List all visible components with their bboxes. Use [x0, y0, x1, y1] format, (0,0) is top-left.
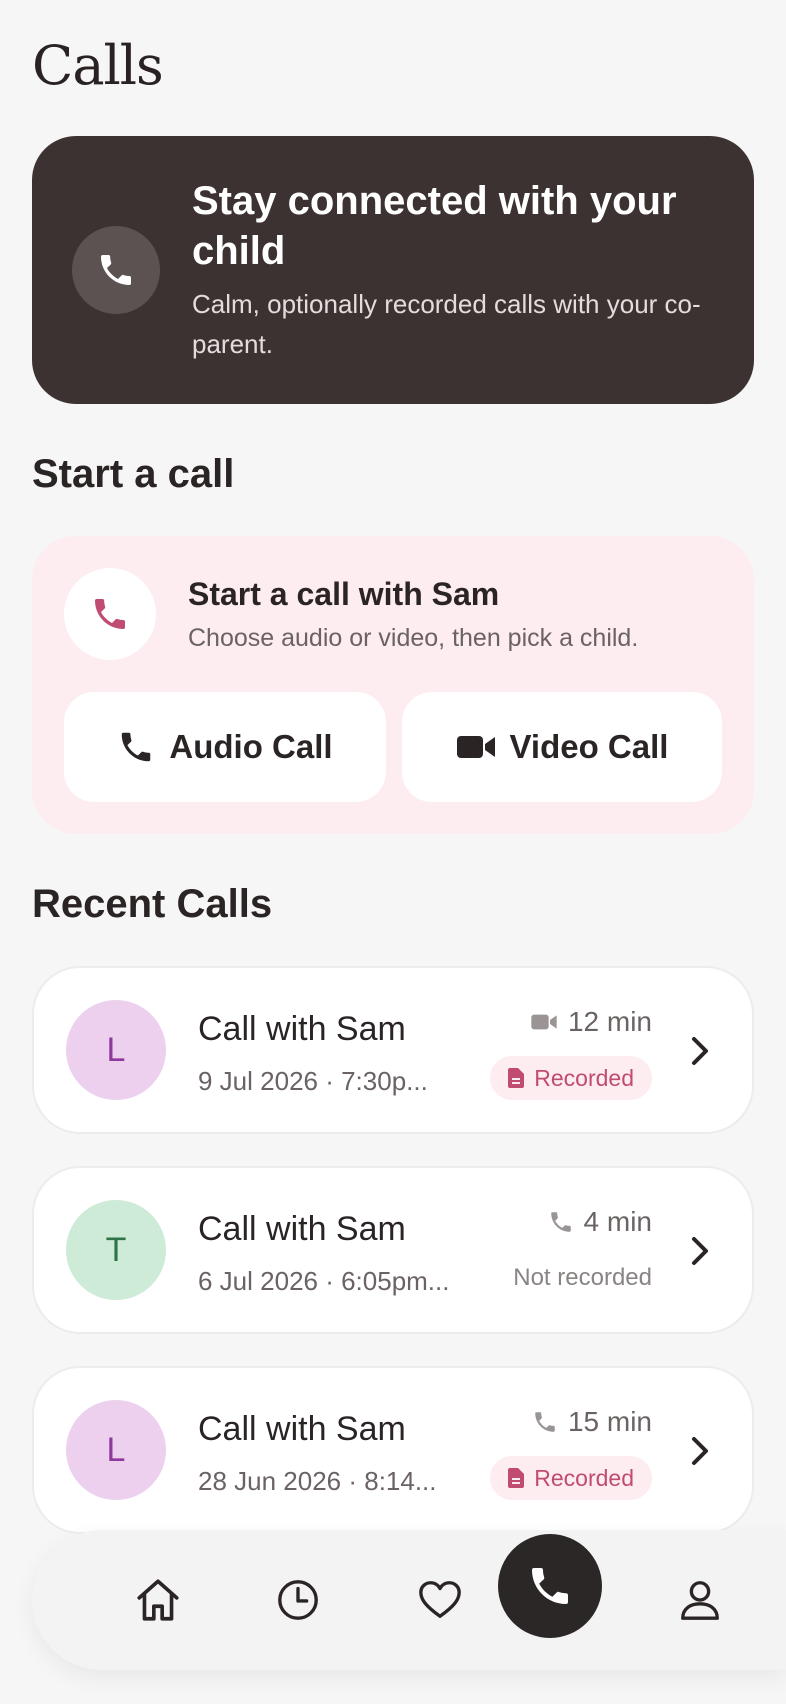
hero-title: Stay connected with your child: [192, 179, 677, 273]
status-label: Not recorded: [513, 1264, 652, 1291]
clock-icon[interactable]: [262, 1564, 334, 1636]
phone-icon: [72, 226, 160, 314]
call-title: Call with Sam: [198, 1210, 406, 1248]
call-duration: 15 min: [532, 1406, 652, 1438]
call-date: 28 Jun 2026 · 8:14...: [198, 1466, 437, 1496]
page-title: Calls: [32, 34, 164, 97]
phone-icon: [532, 1568, 568, 1604]
video-camera-icon: [456, 736, 495, 758]
duration-label: 15 min: [567, 1406, 652, 1437]
phone-icon: [64, 568, 156, 660]
list-item[interactable]: L Call with Sam 9 Jul 2026 · 7:30p... 12…: [32, 966, 754, 1134]
video-call-button[interactable]: Video Call: [402, 692, 722, 802]
chevron-right-icon: [692, 1437, 708, 1465]
phone-icon: [535, 1412, 555, 1432]
heart-icon[interactable]: [404, 1564, 476, 1636]
duration-label: 4 min: [583, 1206, 652, 1237]
call-duration: 12 min: [530, 1006, 652, 1038]
start-call-card: Start a call with Sam Choose audio or vi…: [32, 536, 754, 834]
chevron-right-icon: [692, 1237, 708, 1265]
avatar: T: [66, 1200, 166, 1300]
status-badge: Recorded: [490, 1056, 652, 1100]
chevron-right-icon: [692, 1037, 708, 1065]
call-date: 6 Jul 2026 · 6:05pm...: [198, 1266, 450, 1296]
status-badge: Recorded: [490, 1456, 652, 1500]
video-camera-icon: [531, 1014, 557, 1030]
call-date: 9 Jul 2026 · 7:30p...: [198, 1066, 428, 1096]
phone-icon: [122, 732, 151, 762]
duration-label: 12 min: [567, 1006, 652, 1037]
home-icon[interactable]: [122, 1564, 194, 1636]
start-call-heading: Start a call: [32, 452, 235, 496]
list-item[interactable]: L Call with Sam 28 Jun 2026 · 8:14... 15…: [32, 1366, 754, 1534]
hero-banner: Stay connected with your child Calm, opt…: [32, 136, 754, 404]
video-call-label: Video Call: [509, 728, 669, 765]
hero-subtitle: Calm, optionally recorded calls with you…: [192, 289, 701, 359]
avatar: L: [66, 1400, 166, 1500]
person-icon[interactable]: [664, 1564, 736, 1636]
status-label: Recorded: [534, 1464, 634, 1491]
start-call-title: Start a call with Sam: [188, 576, 500, 612]
call-title: Call with Sam: [198, 1010, 406, 1048]
audio-call-label: Audio Call: [169, 728, 333, 765]
phone-icon: [550, 1212, 571, 1232]
document-icon: [508, 1468, 525, 1488]
start-call-subtitle: Choose audio or video, then pick a child…: [188, 624, 639, 652]
avatar: L: [66, 1000, 166, 1100]
audio-call-button[interactable]: Audio Call: [64, 692, 386, 802]
status-label: Recorded: [534, 1064, 634, 1091]
call-title: Call with Sam: [198, 1410, 406, 1448]
calls-tab[interactable]: [498, 1534, 602, 1638]
list-item[interactable]: T Call with Sam 6 Jul 2026 · 6:05pm... 4…: [32, 1166, 754, 1334]
document-icon: [508, 1068, 525, 1088]
bottom-navigation: [32, 1530, 786, 1670]
call-duration: 4 min: [548, 1206, 652, 1238]
recent-calls-heading: Recent Calls: [32, 882, 273, 926]
